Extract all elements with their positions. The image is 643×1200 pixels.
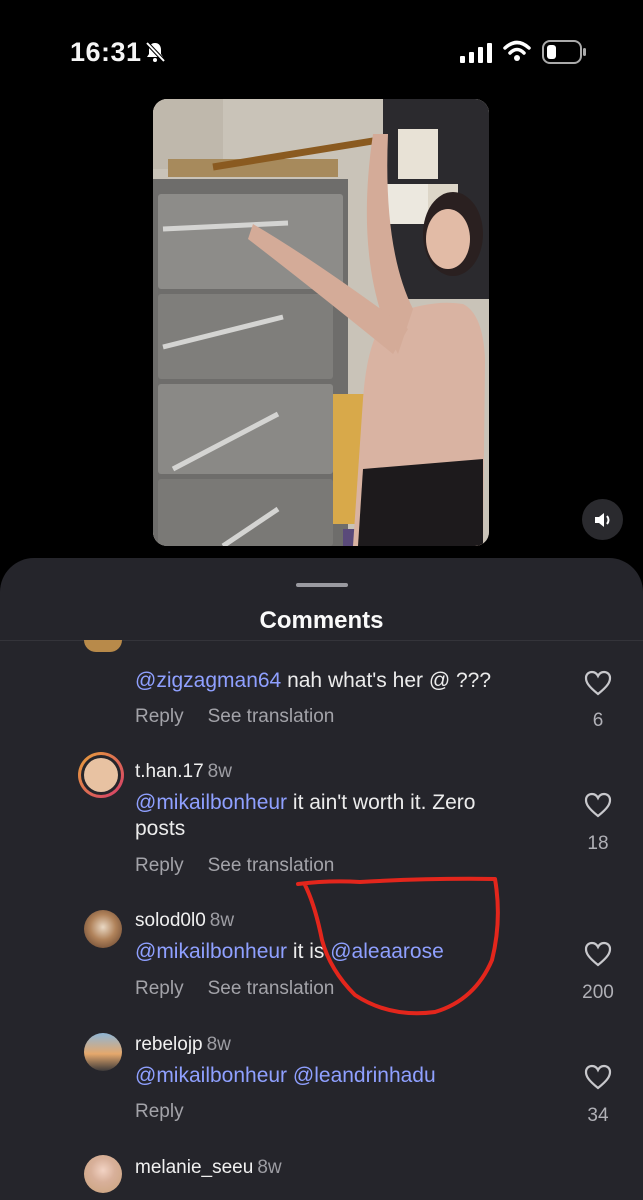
volume-toggle-button[interactable] bbox=[582, 499, 623, 540]
video-player[interactable] bbox=[153, 99, 489, 546]
reply-button[interactable]: Reply bbox=[135, 706, 184, 727]
mention-link[interactable]: @aleaarose bbox=[330, 940, 444, 963]
comment-actions: Reply See translation bbox=[135, 706, 358, 728]
comment-meta: rebelojp 8w bbox=[135, 1034, 231, 1056]
mention-link[interactable]: @zigzagman64 bbox=[135, 669, 281, 692]
drag-handle[interactable] bbox=[296, 583, 348, 587]
heart-icon[interactable] bbox=[584, 792, 612, 818]
username[interactable]: melanie_seeu bbox=[135, 1157, 253, 1178]
username[interactable]: rebelojp bbox=[135, 1034, 203, 1055]
like-count: 200 bbox=[582, 982, 614, 1003]
comment-text: @mikailbonheur it is @aleaarose bbox=[135, 939, 545, 965]
comment-meta: t.han.17 8w bbox=[135, 761, 232, 783]
see-translation-button[interactable]: See translation bbox=[208, 706, 335, 727]
comment-actions: Reply See translation bbox=[135, 855, 358, 877]
comment-actions: Reply bbox=[135, 1101, 208, 1123]
mention-link[interactable]: @mikailbonheur bbox=[135, 1064, 287, 1087]
reply-button[interactable]: Reply bbox=[135, 855, 184, 876]
mention-link[interactable]: @mikailbonheur bbox=[135, 791, 287, 814]
avatar[interactable] bbox=[84, 910, 122, 948]
comment-meta: solod0l0 8w bbox=[135, 910, 234, 932]
reply-button[interactable]: Reply bbox=[135, 1101, 184, 1122]
avatar[interactable] bbox=[78, 752, 124, 798]
heart-icon[interactable] bbox=[584, 1064, 612, 1090]
comment-body-text: it is bbox=[287, 940, 331, 963]
comment-body-text: nah what's her @ ??? bbox=[281, 669, 492, 692]
video-frame-image bbox=[153, 99, 489, 546]
comment-text: @mikailbonheur @leandrinhadu bbox=[135, 1063, 545, 1089]
comments-sheet: Comments @zigzagman64 nah what's her @ ?… bbox=[0, 558, 643, 1200]
heart-icon[interactable] bbox=[584, 670, 612, 696]
sheet-title: Comments bbox=[259, 607, 384, 634]
mention-link[interactable]: @mikailbonheur bbox=[135, 940, 287, 963]
comment-actions: Reply See translation bbox=[135, 978, 358, 1000]
silent-bell-icon bbox=[145, 41, 166, 63]
status-time: 16:31 bbox=[70, 37, 142, 67]
comment-time: 8w bbox=[207, 761, 232, 782]
see-translation-button[interactable]: See translation bbox=[208, 978, 335, 999]
comment-time: 8w bbox=[206, 1034, 231, 1055]
comment-text: @mikailbonheur it ain't worth it. Zero p… bbox=[135, 790, 525, 842]
see-translation-button[interactable]: See translation bbox=[208, 855, 335, 876]
username[interactable]: solod0l0 bbox=[135, 910, 206, 931]
like-count: 34 bbox=[587, 1105, 609, 1126]
speaker-icon bbox=[594, 512, 609, 527]
username[interactable]: t.han.17 bbox=[135, 761, 204, 782]
comment-meta: melanie_seeu 8w bbox=[135, 1157, 282, 1179]
like-count: 6 bbox=[592, 710, 604, 731]
like-count: 18 bbox=[587, 833, 609, 854]
avatar[interactable] bbox=[84, 1155, 122, 1193]
comment-time: 8w bbox=[209, 910, 235, 931]
heart-icon[interactable] bbox=[584, 941, 612, 967]
status-bar: 16:31 bbox=[0, 0, 643, 100]
comment-time: 8w bbox=[257, 1157, 282, 1178]
mention-link[interactable]: @leandrinhadu bbox=[293, 1064, 436, 1087]
avatar[interactable] bbox=[84, 1033, 122, 1071]
wifi-icon bbox=[503, 40, 531, 61]
cellular-signal-icon bbox=[460, 43, 492, 63]
avatar[interactable] bbox=[84, 640, 122, 652]
reply-button[interactable]: Reply bbox=[135, 978, 184, 999]
battery-icon bbox=[542, 40, 586, 64]
comment-text: @zigzagman64 nah what's her @ ??? bbox=[135, 668, 545, 694]
